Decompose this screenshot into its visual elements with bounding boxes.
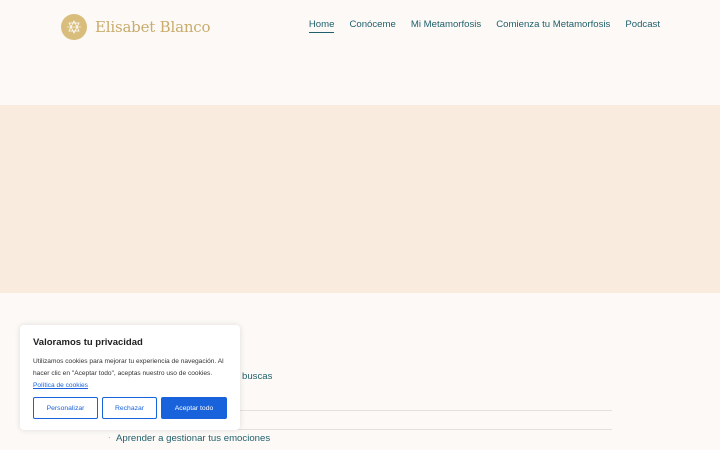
- list-item[interactable]: buscas: [242, 371, 272, 393]
- nav-item-conoceme[interactable]: Conóceme: [349, 19, 395, 33]
- list-item-label: Aprender a gestionar tus emociones: [116, 433, 271, 444]
- main-nav: Home Conóceme Mi Metamorfosis Comienza t…: [308, 19, 660, 33]
- brand-name: Elisabet Blanco: [95, 17, 211, 36]
- nav-item-podcast[interactable]: Podcast: [625, 19, 660, 33]
- cookie-title: Valoramos tu privacidad: [33, 337, 143, 348]
- bullet-icon: ·: [108, 433, 111, 442]
- cookie-text: Utilizamos cookies para mejorar tu exper…: [33, 358, 224, 377]
- hero-banner: [0, 105, 720, 293]
- logo-badge-icon: [61, 13, 87, 40]
- customize-button[interactable]: Personalizar: [33, 397, 98, 419]
- nav-item-mi-metamorfosis[interactable]: Mi Metamorfosis: [411, 19, 481, 33]
- nav-item-home[interactable]: Home: [308, 19, 335, 33]
- site-logo[interactable]: Elisabet Blanco: [61, 13, 211, 40]
- accept-all-button[interactable]: Aceptar todo: [161, 397, 227, 419]
- list-item[interactable]: · Aprender a gestionar tus emociones: [108, 433, 270, 450]
- list-item-label: buscas: [242, 371, 273, 382]
- cookie-consent-banner: Valoramos tu privacidad Utilizamos cooki…: [20, 325, 240, 430]
- nav-item-comienza-tu-metamorfosis[interactable]: Comienza tu Metamorfosis: [496, 19, 610, 33]
- reject-button[interactable]: Rechazar: [102, 397, 157, 419]
- cookie-description: Utilizamos cookies para mejorar tu exper…: [33, 356, 230, 392]
- cookie-actions: Personalizar Rechazar Aceptar todo: [33, 397, 227, 419]
- cookie-policy-link[interactable]: Política de cookies: [33, 382, 88, 389]
- site-header: Elisabet Blanco Home Conóceme Mi Metamor…: [0, 0, 720, 105]
